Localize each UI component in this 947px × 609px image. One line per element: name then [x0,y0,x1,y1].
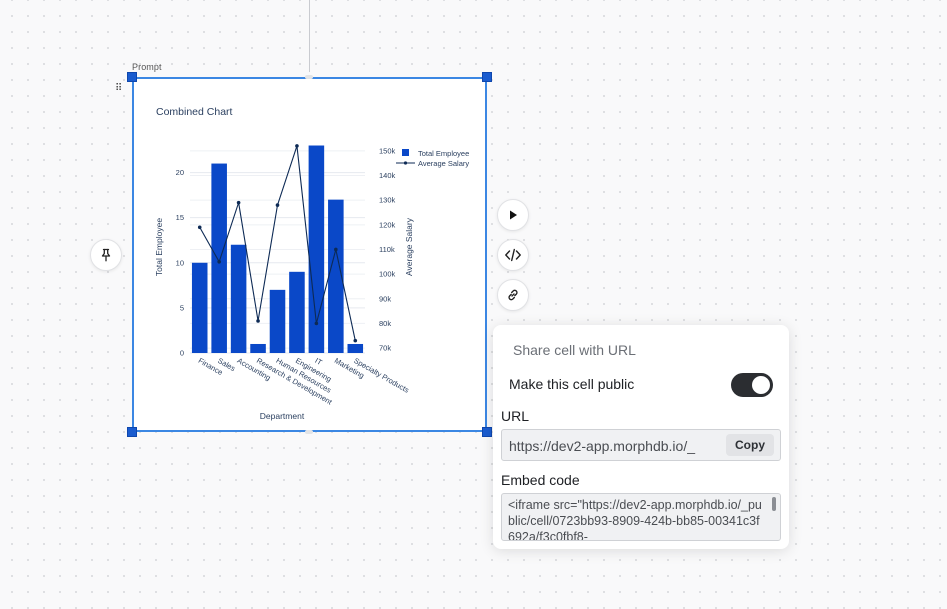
resize-handle-bottom-left[interactable] [127,427,137,437]
salary-point [217,259,221,264]
chart-legend[interactable]: Total Employee Average Salary [396,149,469,168]
y2-tick-label: 110k [379,245,395,254]
url-value: https://dev2-app.morphdb.io/_ [509,438,696,454]
resize-handle-top-edge[interactable] [305,75,313,79]
pin-icon [101,248,111,262]
share-link-button[interactable] [497,279,529,311]
salary-point [236,200,241,205]
url-label: URL [501,408,530,424]
embed-code-label: Embed code [501,472,580,488]
y2-tick-label: 150k [379,146,396,155]
chart-bar [191,262,208,353]
y2-tick-label: 80k [379,319,391,328]
y-tick-label: 15 [176,213,184,222]
x-axis-title: Department [260,411,305,421]
chart-bar [250,343,266,353]
legend-swatch-bar [402,149,409,156]
y-tick-label: 5 [180,303,184,312]
copy-button[interactable]: Copy [726,434,774,456]
salary-point [275,203,280,207]
resize-handle-bottom-right[interactable] [482,427,492,437]
share-popover: Share cell with URL Make this cell publi… [493,325,789,549]
salary-point [314,321,319,326]
chart-cell[interactable]: Combined Chart 0 5 10 15 20 70k 80k 90k 100k 110k… [132,77,487,432]
chart-title: Combined Chart [156,106,233,118]
y-tick-label: 20 [176,168,184,177]
embed-code-field[interactable]: <iframe src="https://dev2-app.morphdb.io… [501,493,781,541]
embed-scrollbar[interactable] [772,497,776,511]
code-icon [505,248,521,262]
pin-button[interactable] [90,239,122,271]
embed-code-value: <iframe src="https://dev2-app.morphdb.io… [508,498,762,541]
legend-label-average-salary: Average Salary [418,159,469,168]
y-axis-title: Total Employee [154,218,164,276]
prompt-label: Prompt [132,62,162,72]
chart-bar [211,163,227,353]
public-toggle-label: Make this cell public [509,376,635,392]
url-field[interactable]: https://dev2-app.morphdb.io/_ Copy [501,429,781,461]
y2-axis-title: Average Salary [404,217,414,276]
chart-bar [269,289,286,353]
salary-point [353,338,358,343]
y2-tick-label: 120k [379,220,396,229]
chart-bar [289,271,305,353]
combined-chart: Combined Chart 0 5 10 15 20 70k 80k 90k 100k 110k… [154,106,469,421]
y-tick-label: 0 [180,349,184,358]
salary-point [334,247,338,252]
resize-handle-bottom-edge[interactable] [305,430,313,434]
connector-line [309,0,310,72]
resize-handle-top-right[interactable] [482,72,492,82]
link-icon [508,289,518,301]
y2-tick-label: 130k [379,196,396,205]
toggle-knob [752,376,770,394]
run-button[interactable] [497,199,529,231]
code-button[interactable] [497,239,529,271]
share-title: Share cell with URL [513,342,636,358]
y2-tick-label: 140k [379,171,396,180]
chart-bar [347,343,364,353]
y2-tick-label: 70k [379,344,391,353]
salary-point [295,144,299,148]
play-icon [510,210,517,220]
resize-handle-top-left[interactable] [127,72,137,82]
salary-point [256,319,260,323]
salary-point [197,225,202,230]
y-tick-label: 10 [176,258,184,267]
public-toggle[interactable] [731,373,773,397]
drag-handle-icon[interactable]: ⠿ [115,84,122,94]
chart-bar [230,244,247,353]
y2-tick-label: 90k [379,294,391,303]
legend-swatch-marker [403,161,408,165]
legend-label-total-employee: Total Employee [418,149,469,158]
y2-tick-label: 100k [379,270,396,279]
